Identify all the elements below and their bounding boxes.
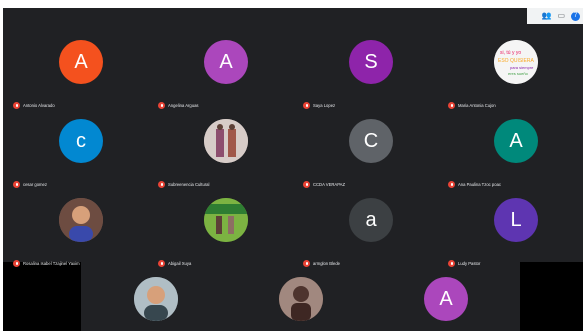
avatar: A bbox=[494, 119, 538, 163]
mic-muted-icon bbox=[448, 260, 455, 267]
mic-muted-icon bbox=[13, 181, 20, 188]
avatar: S bbox=[349, 40, 393, 84]
meeting-toolbar: 👥 ▭ 7 bbox=[527, 8, 583, 24]
meeting-window: 👥 ▭ 7 A Antonio Alvarado A Angelina Argu… bbox=[3, 0, 583, 331]
participant-name: CCDA VERAPAZ bbox=[313, 182, 346, 187]
svg-text:eres sueño: eres sueño bbox=[508, 71, 529, 76]
svg-text:si, tú y yo: si, tú y yo bbox=[500, 50, 521, 56]
mic-muted-icon bbox=[448, 181, 455, 188]
participant-tile[interactable]: A bbox=[374, 269, 518, 331]
participant-name: armglon Blede bbox=[313, 261, 341, 266]
participant-tile[interactable]: Subreenencia Cultural bbox=[154, 111, 298, 189]
participant-name: Saya Lopez bbox=[313, 103, 336, 108]
avatar-image bbox=[204, 119, 248, 163]
chat-icon[interactable]: ▭ bbox=[557, 12, 565, 20]
mic-muted-icon bbox=[158, 260, 165, 267]
mic-muted-icon bbox=[13, 260, 20, 267]
participant-tile[interactable]: A Ana Paulina Tzoc poac bbox=[444, 111, 583, 189]
avatar-image bbox=[204, 198, 248, 242]
participant-tile[interactable]: c cesar gomez bbox=[9, 111, 153, 189]
avatar: A bbox=[59, 40, 103, 84]
participant-name: Ludy Pastor bbox=[458, 261, 481, 266]
participant-tile[interactable]: Rosalina Isabel Tzajinel Yaxim bbox=[9, 190, 153, 268]
mic-muted-icon bbox=[448, 102, 455, 109]
participant-tile[interactable] bbox=[229, 269, 373, 331]
participant-tile[interactable]: A Antonio Alvarado bbox=[9, 32, 153, 110]
participant-tile[interactable] bbox=[84, 269, 228, 331]
mic-muted-icon bbox=[303, 181, 310, 188]
avatar: C bbox=[349, 119, 393, 163]
participant-name: Maria Antonia Cujon bbox=[458, 103, 496, 108]
mic-muted-icon bbox=[158, 102, 165, 109]
participant-count-badge[interactable]: 7 bbox=[571, 11, 580, 21]
avatar-image bbox=[59, 198, 103, 242]
avatar: c bbox=[59, 119, 103, 163]
avatar: A bbox=[424, 277, 468, 321]
avatar-image bbox=[279, 277, 323, 321]
participant-name: Subreenencia Cultural bbox=[168, 182, 210, 187]
mic-muted-icon bbox=[303, 102, 310, 109]
participant-name: Angelina Arguas bbox=[168, 103, 199, 108]
participant-tile[interactable]: L Ludy Pastor bbox=[444, 190, 583, 268]
self-view-left bbox=[3, 262, 81, 331]
participant-name: Abigail Xuya bbox=[168, 261, 192, 266]
participant-name: Rosalina Isabel Tzajinel Yaxim bbox=[23, 261, 80, 266]
top-strip bbox=[3, 0, 583, 8]
svg-text:ESO QUISIERA: ESO QUISIERA bbox=[498, 58, 535, 64]
mic-muted-icon bbox=[303, 260, 310, 267]
participant-name: cesar gomez bbox=[23, 182, 47, 187]
participant-tile[interactable]: A Angelina Arguas bbox=[154, 32, 298, 110]
mic-muted-icon bbox=[158, 181, 165, 188]
avatar: a bbox=[349, 198, 393, 242]
mic-muted-icon bbox=[13, 102, 20, 109]
self-view-right bbox=[520, 262, 583, 331]
participant-tile[interactable]: Abigail Xuya bbox=[154, 190, 298, 268]
participant-tile[interactable]: S Saya Lopez bbox=[299, 32, 443, 110]
participant-name: Antonio Alvarado bbox=[23, 103, 55, 108]
avatar-image: si, tú y yo ESO QUISIERA para siempre er… bbox=[494, 40, 538, 84]
avatar: A bbox=[204, 40, 248, 84]
participant-tile[interactable]: a armglon Blede bbox=[299, 190, 443, 268]
svg-text:para siempre: para siempre bbox=[510, 65, 534, 70]
participant-tile[interactable]: si, tú y yo ESO QUISIERA para siempre er… bbox=[444, 32, 583, 110]
participant-tile[interactable]: C CCDA VERAPAZ bbox=[299, 111, 443, 189]
people-icon[interactable]: 👥 bbox=[541, 12, 551, 20]
avatar: L bbox=[494, 198, 538, 242]
avatar-image bbox=[134, 277, 178, 321]
participant-name: Ana Paulina Tzoc poac bbox=[458, 182, 501, 187]
